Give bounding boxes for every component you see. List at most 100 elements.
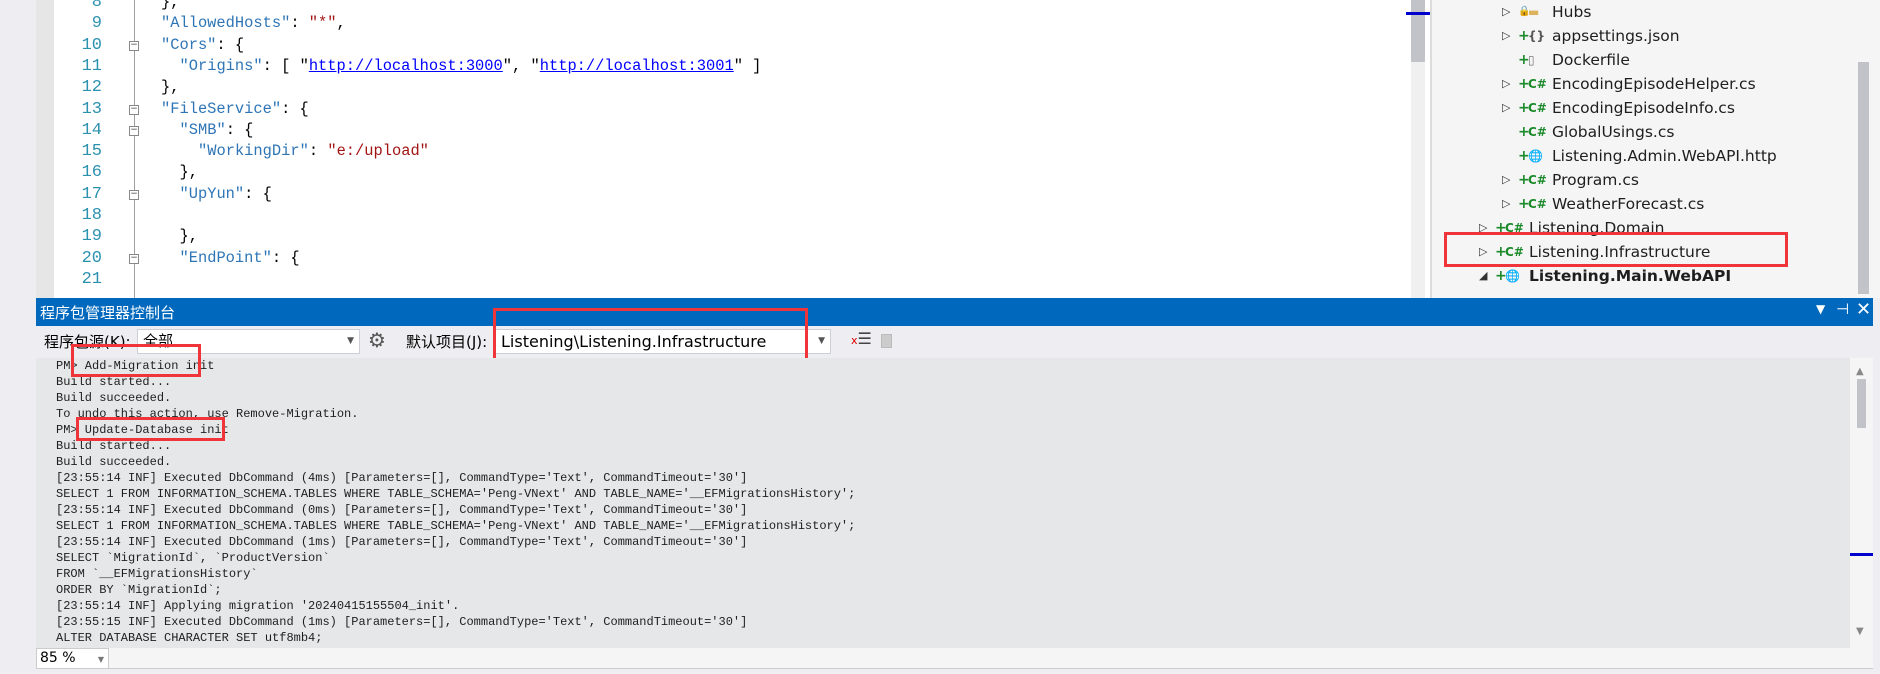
clear-console-icon[interactable]: x☰: [851, 329, 872, 348]
tree-item-label: Dockerfile: [1552, 51, 1630, 69]
json-key: "Origins": [179, 56, 263, 75]
chevron-down-icon: ▼: [818, 336, 825, 346]
console-line: [23:55:15 INF] Executed DbCommand (1ms) …: [56, 615, 748, 629]
console-line: [23:55:14 INF] Executed DbCommand (0ms) …: [56, 503, 748, 517]
tree-item-label: Hubs: [1552, 3, 1592, 21]
code-line: "UpYun": {: [180, 184, 272, 205]
line-number: 12: [81, 78, 102, 98]
line-number: 8: [91, 0, 102, 12]
url-link[interactable]: http://localhost:3001: [540, 57, 734, 75]
tree-item-label: appsettings.json: [1552, 27, 1680, 45]
console-line: SELECT 1 FROM INFORMATION_SCHEMA.TABLES …: [56, 487, 856, 501]
code-line: },: [180, 162, 198, 183]
tree-item-label: EncodingEpisodeInfo.cs: [1552, 99, 1735, 117]
zoom-value: 85 %: [40, 650, 76, 666]
url-link[interactable]: http://localhost:3000: [309, 57, 503, 75]
line-number: 15: [81, 142, 102, 162]
expand-arrow-icon[interactable]: ▷: [1502, 168, 1510, 192]
tree-item-label: GlobalUsings.cs: [1552, 123, 1675, 141]
csharp-file-icon: C#: [1528, 77, 1547, 91]
punctuation: },: [161, 78, 180, 97]
console-scrollbar-thumb[interactable]: [1857, 379, 1866, 428]
scroll-down-icon[interactable]: ▼: [1856, 626, 1864, 637]
console-output[interactable]: PM> Add-Migration init Build started... Bu…: [36, 358, 1850, 648]
gear-icon[interactable]: ⚙: [368, 328, 386, 352]
code-line: "EndPoint": {: [180, 248, 300, 269]
pin-icon[interactable]: ⊣: [1836, 300, 1849, 318]
code-line: },: [161, 0, 179, 13]
punctuation: ,: [336, 14, 346, 33]
json-key: "EndPoint": [179, 248, 272, 267]
highlight-box: [76, 417, 225, 441]
collapse-icon[interactable]: −: [129, 189, 139, 200]
window-position-dropdown-icon[interactable]: ▼: [1816, 302, 1825, 316]
collapse-icon[interactable]: −: [129, 104, 139, 115]
json-key: "AllowedHosts": [161, 14, 291, 33]
tree-item-label: Listening.Admin.WebAPI.http: [1552, 147, 1777, 165]
json-string: "*": [308, 14, 337, 33]
line-number: 16: [81, 163, 102, 183]
csharp-file-icon: C#: [1528, 197, 1547, 211]
console-line: ALTER DATABASE CHARACTER SET utf8mb4;: [56, 631, 323, 645]
json-file-icon: {}: [1528, 29, 1546, 43]
json-key: "UpYun": [179, 184, 245, 203]
line-number: 17: [81, 184, 102, 204]
collapse-icon[interactable]: −: [129, 253, 139, 264]
console-line: FROM `__EFMigrationsHistory`: [56, 567, 258, 581]
collapse-icon[interactable]: −: [129, 40, 139, 51]
line-number: 19: [81, 227, 102, 247]
solution-explorer-scrollbar[interactable]: [1858, 62, 1869, 294]
expand-arrow-icon[interactable]: ▷: [1502, 192, 1510, 216]
punctuation: },: [179, 163, 198, 182]
json-key: "FileService": [161, 99, 282, 118]
code-editor[interactable]: 8}, 9 "AllowedHosts": "*", 10− "Cors": {11 "O…: [0, 0, 1430, 298]
highlight-box: [1444, 232, 1788, 267]
json-key: "Cors": [161, 35, 217, 54]
stop-button[interactable]: [881, 334, 892, 348]
console-line: [23:55:14 INF] Applying migration '20240…: [56, 599, 460, 613]
default-project-label: 默认项目(J):: [406, 333, 488, 351]
package-manager-toolbar: 程序包源(K): 全部 ▼ ⚙ 默认项目(J): Listening\Listen…: [36, 326, 1873, 358]
highlight-box: [71, 344, 201, 377]
line-number: 11: [81, 56, 102, 76]
expand-arrow-icon[interactable]: ▷: [1502, 24, 1510, 48]
zoom-select[interactable]: 85 % ▼: [36, 648, 109, 669]
punctuation: : {: [216, 35, 245, 54]
csharp-file-icon: C#: [1528, 125, 1547, 139]
expand-arrow-icon[interactable]: ▷: [1502, 96, 1510, 120]
chevron-down-icon: ▼: [97, 655, 104, 664]
collapse-icon[interactable]: −: [129, 125, 139, 136]
line-number: 10: [81, 35, 102, 55]
console-bottom-bar: [36, 648, 1873, 669]
scroll-up-icon[interactable]: ▲: [1856, 366, 1864, 377]
tree-item-label: Program.cs: [1552, 171, 1639, 189]
tree-item-label: EncodingEpisodeHelper.cs: [1552, 75, 1756, 93]
console-line: ORDER BY `MigrationId`;: [56, 583, 222, 597]
console-scrollbar[interactable]: ▲ ▼: [1850, 358, 1873, 648]
console-line: [23:55:14 INF] Executed DbCommand (4ms) …: [56, 471, 748, 485]
line-number: 20: [81, 248, 102, 268]
tree-item-label: WeatherForecast.cs: [1552, 195, 1705, 213]
highlight-box: [493, 308, 808, 365]
punctuation: ", ": [502, 56, 540, 75]
package-manager-title-bar: 程序包管理器控制台 ▼ ⊣ ✕: [36, 298, 1873, 326]
json-string: "e:/upload": [327, 142, 429, 161]
file-icon: ▯: [1528, 53, 1535, 67]
expand-arrow-icon[interactable]: ▷: [1502, 0, 1510, 24]
console-line: [23:55:14 INF] Executed DbCommand (1ms) …: [56, 535, 748, 549]
line-number: 13: [81, 99, 102, 119]
punctuation: : {: [225, 120, 254, 139]
editor-scrollbar-thumb[interactable]: [1411, 0, 1425, 62]
csharp-file-icon: C#: [1528, 101, 1547, 115]
console-line: Build succeeded.: [56, 391, 172, 405]
close-icon[interactable]: ✕: [1856, 299, 1871, 320]
line-number: 21: [81, 269, 102, 289]
punctuation: " ]: [733, 56, 762, 75]
code-line: },: [161, 77, 179, 98]
punctuation: :: [290, 14, 309, 33]
console-line: Build succeeded.: [56, 455, 172, 469]
folder-icon: ▬: [1528, 5, 1540, 19]
punctuation: :: [308, 142, 328, 161]
expand-arrow-icon[interactable]: ▷: [1502, 72, 1510, 96]
expanded-arrow-icon[interactable]: ◢: [1479, 264, 1487, 288]
